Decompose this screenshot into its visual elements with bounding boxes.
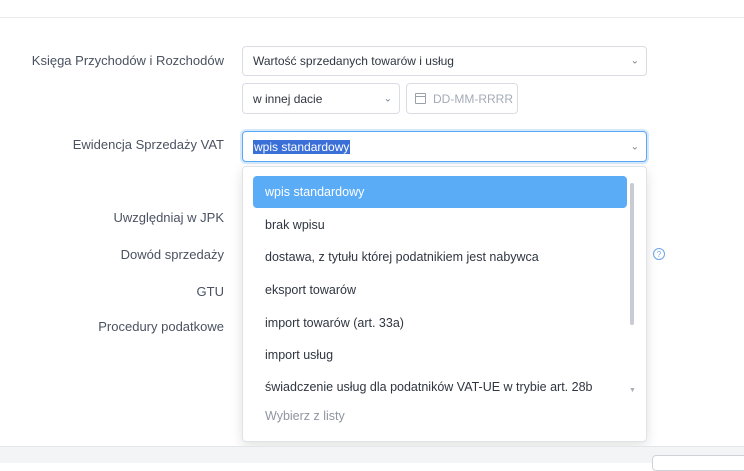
- dropdown-option[interactable]: import towarów (art. 33a): [253, 307, 627, 339]
- chevron-down-icon: ⌄: [630, 141, 639, 152]
- jpk-label: Uwzględniaj w JPK: [113, 210, 224, 225]
- dropdown-option[interactable]: świadczenie usług dla podatników VAT-UE …: [253, 371, 627, 403]
- chevron-down-icon: ⌄: [383, 93, 392, 104]
- vat-select[interactable]: wpis standardowy ⌄: [242, 131, 647, 162]
- kpir-select-value: Wartość sprzedanych towarów i usług: [253, 54, 454, 68]
- dropdown-option[interactable]: brak wpisu: [253, 209, 627, 241]
- dropdown-option[interactable]: import usług: [253, 339, 627, 371]
- vat-select-value: wpis standardowy: [253, 139, 351, 154]
- vat-dropdown: wpis standardowy brak wpisu dostawa, z t…: [242, 166, 647, 442]
- scroll-down-icon[interactable]: ▼: [629, 387, 636, 394]
- date-input[interactable]: DD-MM-RRRR: [406, 83, 518, 114]
- kpir-select[interactable]: Wartość sprzedanych towarów i usług ⌄: [242, 46, 647, 76]
- date-mode-value: w innej dacie: [253, 91, 323, 106]
- dropdown-option[interactable]: eksport towarów: [253, 274, 627, 306]
- dropdown-option[interactable]: dostawa, z tytułu której podatnikiem jes…: [253, 241, 627, 273]
- question-circle-icon[interactable]: ?: [653, 248, 665, 260]
- footer-button[interactable]: [652, 455, 744, 471]
- dropdown-scrollbar[interactable]: [630, 183, 634, 325]
- proof-label: Dowód sprzedaży: [120, 247, 224, 262]
- gtu-label: GTU: [196, 284, 224, 299]
- dropdown-option[interactable]: wpis standardowy: [253, 176, 627, 208]
- bottom-bar: [0, 446, 744, 463]
- date-placeholder: DD-MM-RRRR: [433, 91, 513, 106]
- date-mode-select[interactable]: w innej dacie ⌄: [242, 83, 400, 114]
- vat-label: Ewidencja Sprzedaży VAT: [72, 137, 224, 152]
- procedures-label: Procedury podatkowe: [98, 319, 224, 334]
- chevron-down-icon: ⌄: [630, 55, 639, 67]
- top-bar: [0, 0, 744, 18]
- kpir-label: Księga Przychodów i Rozchodów: [31, 53, 224, 68]
- dropdown-placeholder: Wybierz z listy: [265, 409, 345, 423]
- calendar-icon: [415, 93, 426, 104]
